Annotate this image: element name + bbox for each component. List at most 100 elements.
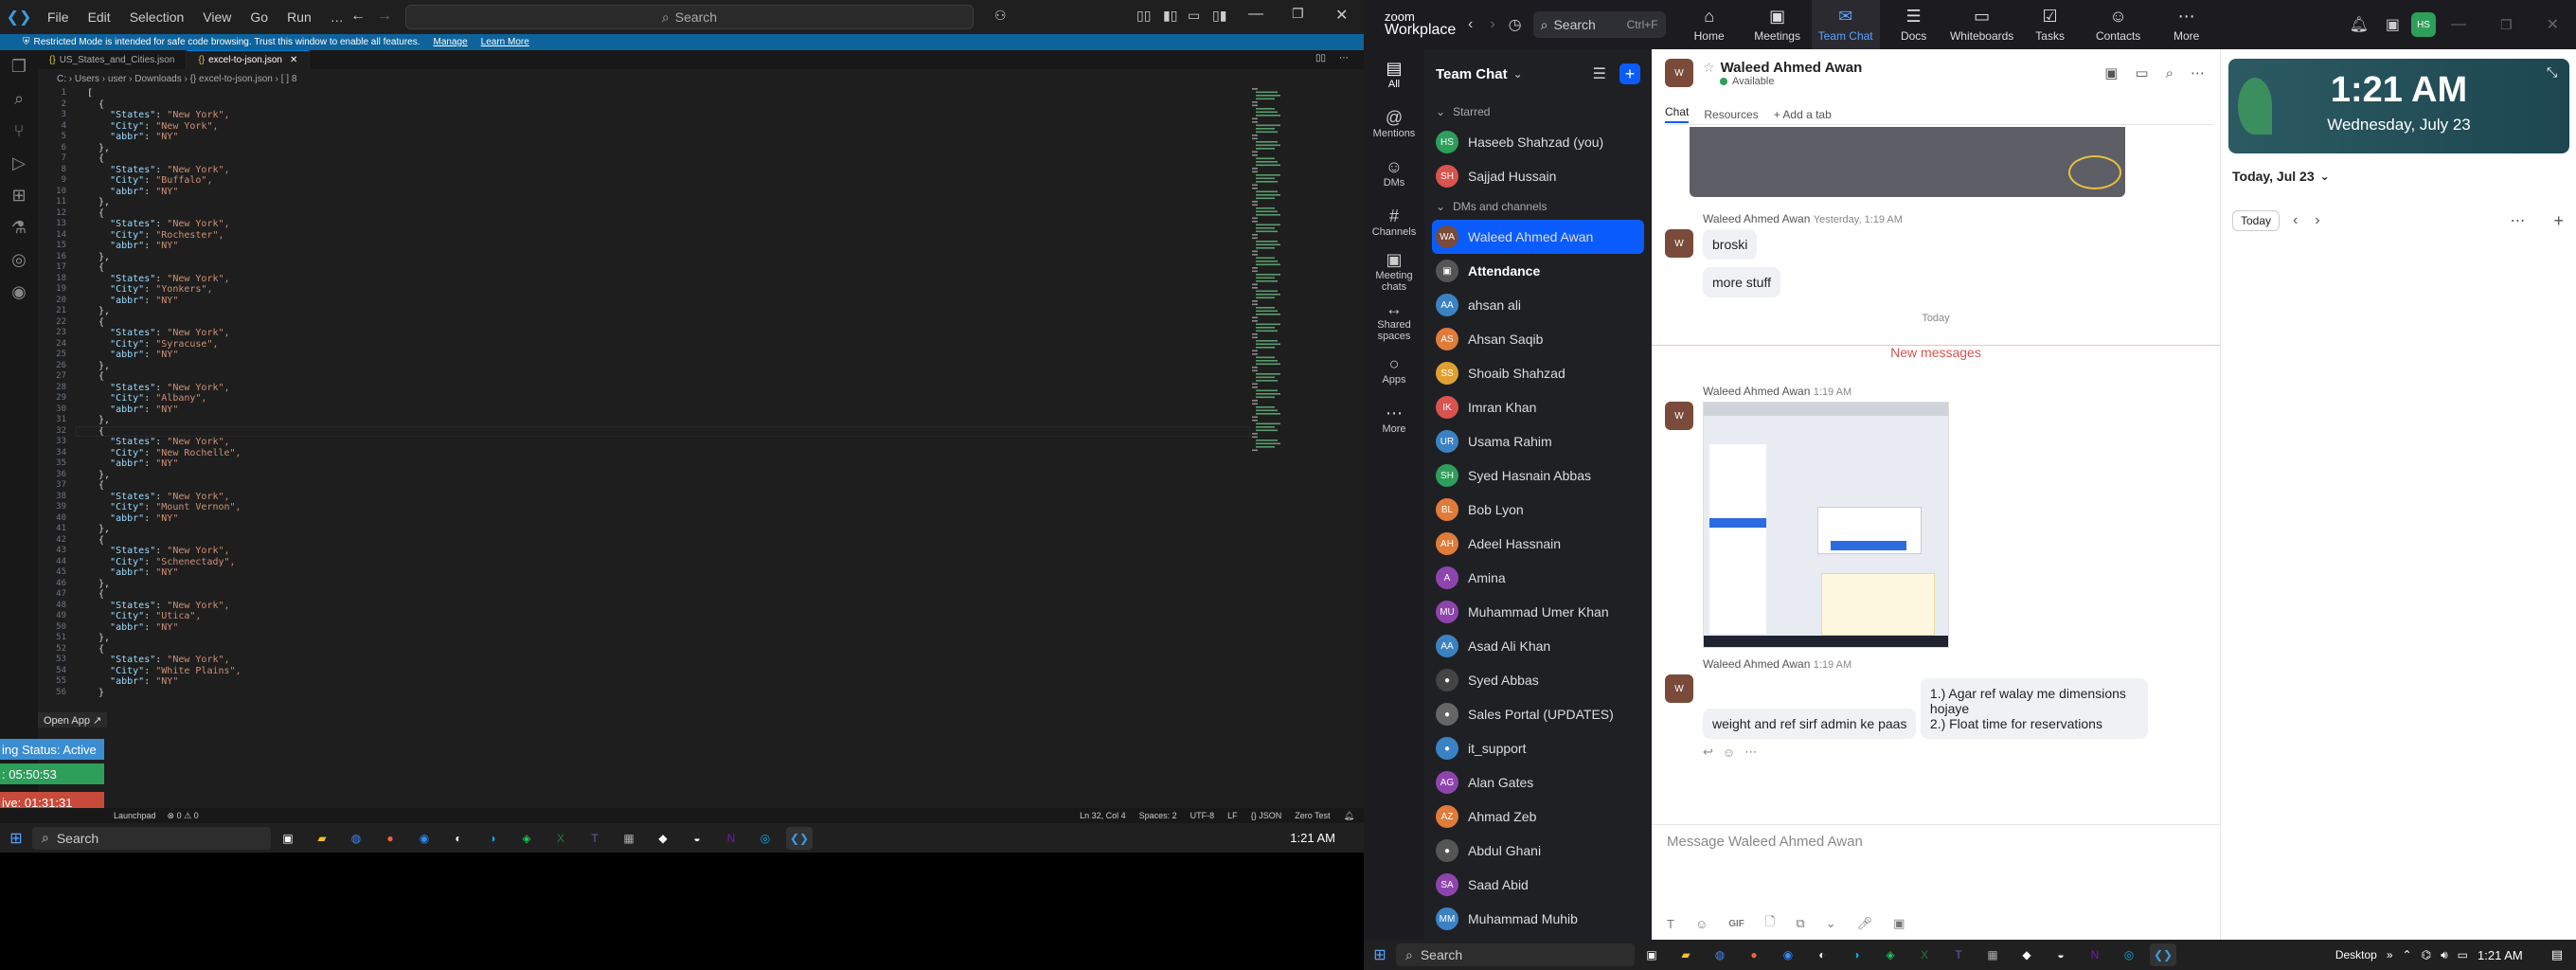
- windows-start-icon[interactable]: ⊞: [1364, 945, 1396, 964]
- chat-list-item[interactable]: HS Haseeb Shahzad (you): [1424, 125, 1652, 159]
- app-icon-2[interactable]: ◐: [1809, 943, 1835, 966]
- tab-team-chat[interactable]: ✉ Team Chat: [1811, 0, 1880, 49]
- forward-arrow-icon[interactable]: ›: [1490, 16, 1494, 33]
- tab-home[interactable]: ⌂ Home: [1675, 0, 1744, 49]
- gif-icon[interactable]: GIF: [1728, 919, 1744, 929]
- split-editor-icon[interactable]: ▯▯: [1315, 53, 1326, 63]
- app-icon-6[interactable]: ◆: [2013, 943, 2040, 966]
- minimap[interactable]: [1250, 88, 1345, 817]
- zoom-search[interactable]: ⌕ Search Ctrl+F: [1532, 11, 1666, 38]
- app-icon-1[interactable]: ●: [377, 827, 403, 850]
- more-options-icon[interactable]: ⋯: [2510, 211, 2525, 230]
- tab-resources[interactable]: Resources: [1704, 108, 1758, 121]
- next-day-icon[interactable]: ›: [2315, 212, 2319, 229]
- app-icon-5[interactable]: ▦: [616, 827, 642, 850]
- menu-go[interactable]: Go: [241, 9, 277, 25]
- reply-icon[interactable]: ↩: [1703, 745, 1713, 760]
- nav-more[interactable]: ⋯ More: [1364, 394, 1424, 443]
- screenshot-icon[interactable]: ⧉: [1796, 916, 1804, 931]
- teams-icon[interactable]: T: [581, 827, 608, 850]
- tab-us-states[interactable]: {} US_States_and_Cities.json: [38, 50, 188, 69]
- message-bubble[interactable]: 1.) Agar ref walay me dimensions hojaye …: [1920, 678, 2148, 739]
- extensions-icon[interactable]: ⊞: [0, 179, 38, 211]
- copilot-icon[interactable]: ⚇: [994, 8, 1007, 24]
- filter-icon[interactable]: ☰: [1593, 64, 1606, 83]
- today-button[interactable]: Today: [2232, 210, 2281, 231]
- menu-run[interactable]: Run: [277, 9, 321, 25]
- notification-bell-icon[interactable]: 🔔︎: [2350, 15, 2369, 34]
- app-icon-6[interactable]: ◆: [650, 827, 676, 850]
- message-bubble[interactable]: weight and ref sirf admin ke paas: [1703, 709, 1917, 739]
- app-icon-1[interactable]: ●: [1741, 943, 1767, 966]
- chat-list-item[interactable]: SH Syed Hasnain Abbas: [1424, 458, 1652, 493]
- close-icon[interactable]: ✕: [2547, 15, 2559, 34]
- sidebar-toggle-icon[interactable]: ▮▯: [1163, 8, 1177, 24]
- nav-mentions[interactable]: @ Mentions: [1364, 99, 1424, 148]
- app-icon-7[interactable]: ◒: [2048, 943, 2074, 966]
- chat-list-item[interactable]: AZ Ahmad Zeb: [1424, 799, 1652, 834]
- screenshot-attachment[interactable]: [1703, 402, 1949, 648]
- excel-icon[interactable]: X: [1911, 943, 1938, 966]
- windows-start-icon[interactable]: ⊞: [0, 829, 32, 848]
- more-options-icon[interactable]: ⋯: [1744, 745, 1757, 760]
- chat-list-item[interactable]: MU Muhammad Umer Khan: [1424, 595, 1652, 629]
- minimize-icon[interactable]: —: [2451, 16, 2466, 33]
- source-control-icon[interactable]: ⑂: [0, 115, 38, 147]
- menu-more[interactable]: …: [321, 9, 353, 25]
- search-icon[interactable]: ⌕: [2166, 65, 2174, 81]
- remote-icon[interactable]: ◎: [0, 243, 38, 276]
- new-chat-plus-icon[interactable]: +: [1619, 63, 1640, 84]
- battery-icon[interactable]: ▭: [2458, 948, 2468, 961]
- tab-close-icon[interactable]: ✕: [290, 55, 297, 65]
- chat-list-item[interactable]: ● Syed Abbas: [1424, 663, 1652, 697]
- chevron-right-icon[interactable]: »: [2387, 948, 2393, 961]
- shared-image-preview[interactable]: [1690, 127, 2125, 197]
- launchpad-label[interactable]: Launchpad: [114, 811, 156, 820]
- learn-more-link[interactable]: Learn More: [481, 37, 529, 47]
- problems-count[interactable]: ⊗ 0 ⚠ 0: [168, 811, 199, 821]
- previous-day-icon[interactable]: ‹: [2293, 212, 2298, 229]
- chat-list-item[interactable]: AS Ahsan Saqib: [1424, 322, 1652, 356]
- message-bubble[interactable]: more stuff: [1703, 267, 1780, 297]
- encoding[interactable]: UTF-8: [1190, 811, 1215, 820]
- zoom-icon[interactable]: ◉: [1775, 943, 1801, 966]
- cursor-position[interactable]: Ln 32, Col 4: [1080, 811, 1126, 820]
- message-bubble[interactable]: broski: [1703, 229, 1758, 260]
- nav-all[interactable]: ▤ All: [1364, 49, 1424, 99]
- secondary-sidebar-icon[interactable]: ▯▮: [1212, 8, 1226, 24]
- nav-meeting-chats[interactable]: ▣ Meeting chats: [1364, 246, 1424, 296]
- chat-list-item[interactable]: UR Usama Rahim: [1424, 424, 1652, 458]
- tab-chat[interactable]: Chat: [1665, 105, 1690, 123]
- tab-more[interactable]: ⋯ More: [2153, 0, 2221, 49]
- menu-edit[interactable]: Edit: [79, 9, 120, 25]
- back-arrow-icon[interactable]: ‹: [1468, 16, 1473, 33]
- starred-section-header[interactable]: ⌄ Starred: [1424, 99, 1652, 125]
- onenote-icon[interactable]: N: [718, 827, 744, 850]
- microphone-icon[interactable]: 🎤︎: [1857, 916, 1873, 931]
- chat-list-item[interactable]: ● Sales Portal (UPDATES): [1424, 697, 1652, 731]
- explorer-icon[interactable]: ❐: [0, 50, 38, 82]
- maximize-icon[interactable]: ❐: [2500, 17, 2513, 33]
- tab-contacts[interactable]: ☺ Contacts: [2084, 0, 2153, 49]
- chat-list-item[interactable]: ● it_support: [1424, 731, 1652, 765]
- chat-list-item[interactable]: AA Asad Ali Khan: [1424, 629, 1652, 663]
- file-explorer-icon[interactable]: ▰: [1673, 943, 1699, 966]
- language-mode[interactable]: {} JSON: [1251, 811, 1282, 820]
- manage-link[interactable]: Manage: [434, 37, 468, 47]
- edge-icon[interactable]: ◎: [2116, 943, 2142, 966]
- chat-list-item[interactable]: SA Saad Abid: [1424, 868, 1652, 902]
- nav-shared-spaces[interactable]: ↔ Shared spaces: [1364, 296, 1424, 345]
- desktop-toolbar[interactable]: Desktop: [2335, 948, 2377, 961]
- tab-docs[interactable]: ☰ Docs: [1880, 0, 1948, 49]
- tab-tasks[interactable]: ☑ Tasks: [2016, 0, 2084, 49]
- menu-selection[interactable]: Selection: [120, 9, 194, 25]
- indentation[interactable]: Spaces: 2: [1139, 811, 1177, 820]
- app-switcher-icon[interactable]: ▣: [2386, 15, 2400, 34]
- emoji-icon[interactable]: ☺: [1723, 745, 1735, 760]
- network-icon[interactable]: ⌬: [2422, 948, 2431, 961]
- menu-view[interactable]: View: [193, 9, 241, 25]
- chrome-icon[interactable]: ◍: [1707, 943, 1733, 966]
- file-attach-icon[interactable]: 🗋︎: [1765, 913, 1775, 934]
- volume-icon[interactable]: 🔊︎: [2441, 948, 2448, 962]
- chat-list-item[interactable]: BL Bob Lyon: [1424, 493, 1652, 527]
